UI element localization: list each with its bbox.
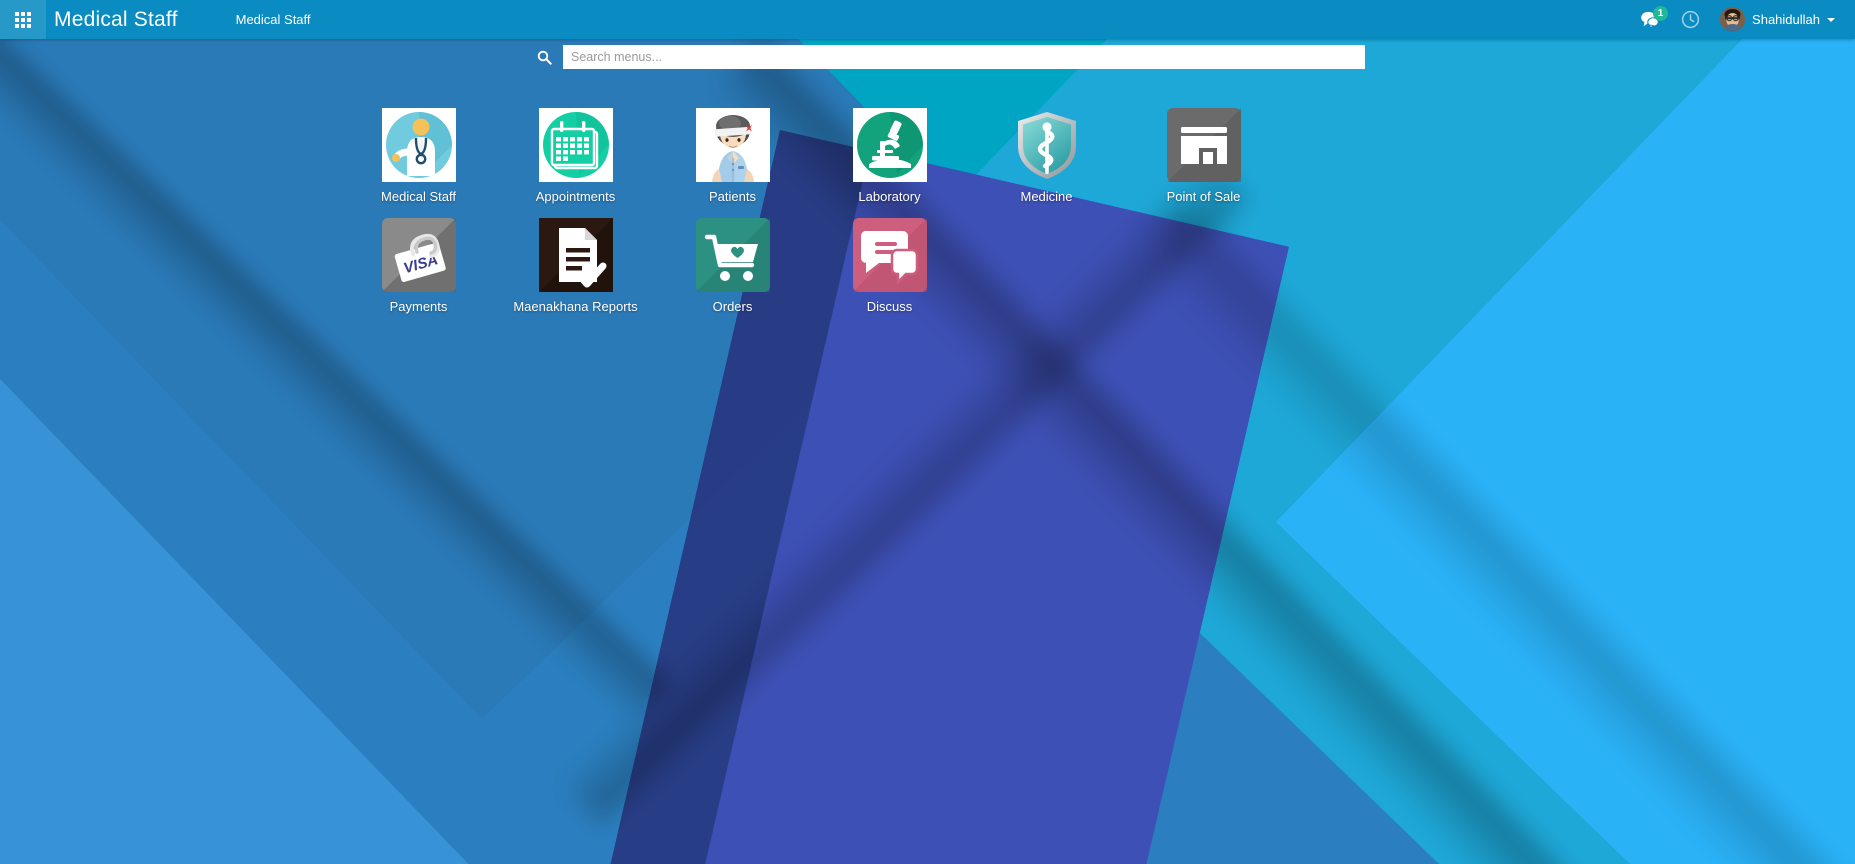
cart-heart-icon <box>695 218 770 292</box>
storefront-icon <box>1166 108 1241 182</box>
apps-row-1: Medical Staff Appointments Patients Labo… <box>340 108 1855 204</box>
app-tile-medicine[interactable]: Medicine <box>968 108 1125 204</box>
app-label: Point of Sale <box>1166 189 1241 204</box>
chevron-down-icon <box>1827 17 1835 22</box>
app-label: Laboratory <box>858 189 921 204</box>
app-tile-maenakhana-reports[interactable]: Maenakhana Reports <box>497 218 654 314</box>
app-label: Medical Staff <box>381 189 456 204</box>
menu-search-area <box>0 45 1855 69</box>
doctor-stethoscope-icon <box>381 108 456 182</box>
navbar-right-section: 1 Shahidullah <box>1630 0 1855 39</box>
user-menu-button[interactable]: Shahidullah <box>1710 0 1839 39</box>
app-tile-laboratory[interactable]: Laboratory <box>811 108 968 204</box>
navbar-left-section: Medical Staff Medical Staff <box>0 0 317 39</box>
app-label: Patients <box>709 189 756 204</box>
app-tile-medical-staff[interactable]: Medical Staff <box>340 108 497 204</box>
app-label: Maenakhana Reports <box>513 299 638 314</box>
calendar-icon <box>538 108 613 182</box>
apps-menu-button[interactable] <box>0 0 46 39</box>
search-icon <box>525 50 563 65</box>
brand-title: Medical Staff <box>54 7 178 31</box>
menu-search-container <box>525 45 1365 69</box>
nav-menu-medical-staff[interactable]: Medical Staff <box>230 0 317 39</box>
app-tile-point-of-sale[interactable]: Point of Sale <box>1125 108 1282 204</box>
top-navbar: Medical Staff Medical Staff 1 Shahidulla… <box>0 0 1855 39</box>
messages-badge-count: 1 <box>1653 6 1669 21</box>
microscope-icon <box>852 108 927 182</box>
app-label: Discuss <box>866 299 913 314</box>
app-label: Medicine <box>1020 189 1073 204</box>
avatar-photo-icon <box>1720 7 1746 32</box>
apps-row-2: VISA Payments Maenakhana Reports Orders … <box>340 218 1855 314</box>
odoo-apps-home: Medical Staff Medical Staff 1 Shahidulla… <box>0 0 1855 864</box>
app-tile-discuss[interactable]: Discuss <box>811 218 968 314</box>
app-label: Appointments <box>535 189 616 204</box>
app-label: Payments <box>389 299 448 314</box>
patient-bandaged-icon <box>695 108 770 182</box>
search-input[interactable] <box>563 45 1365 69</box>
app-tile-patients[interactable]: Patients <box>654 108 811 204</box>
shield-caduceus-icon <box>1010 108 1084 182</box>
app-tile-payments[interactable]: VISA Payments <box>340 218 497 314</box>
user-name-label: Shahidullah <box>1752 12 1820 27</box>
app-tile-appointments[interactable]: Appointments <box>497 108 654 204</box>
visa-card-clip-icon: VISA <box>381 218 456 292</box>
app-label: Orders <box>712 299 753 314</box>
chat-bubbles-icon <box>852 218 927 292</box>
app-tile-orders[interactable]: Orders <box>654 218 811 314</box>
document-check-icon <box>538 218 613 292</box>
clock-icon <box>1681 10 1699 29</box>
messages-button[interactable]: 1 <box>1630 0 1670 39</box>
activity-clock-button[interactable] <box>1670 0 1710 39</box>
avatar <box>1720 7 1746 32</box>
apps-grid-icon <box>15 11 31 28</box>
apps-grid: Medical Staff Appointments Patients Labo… <box>0 108 1855 328</box>
